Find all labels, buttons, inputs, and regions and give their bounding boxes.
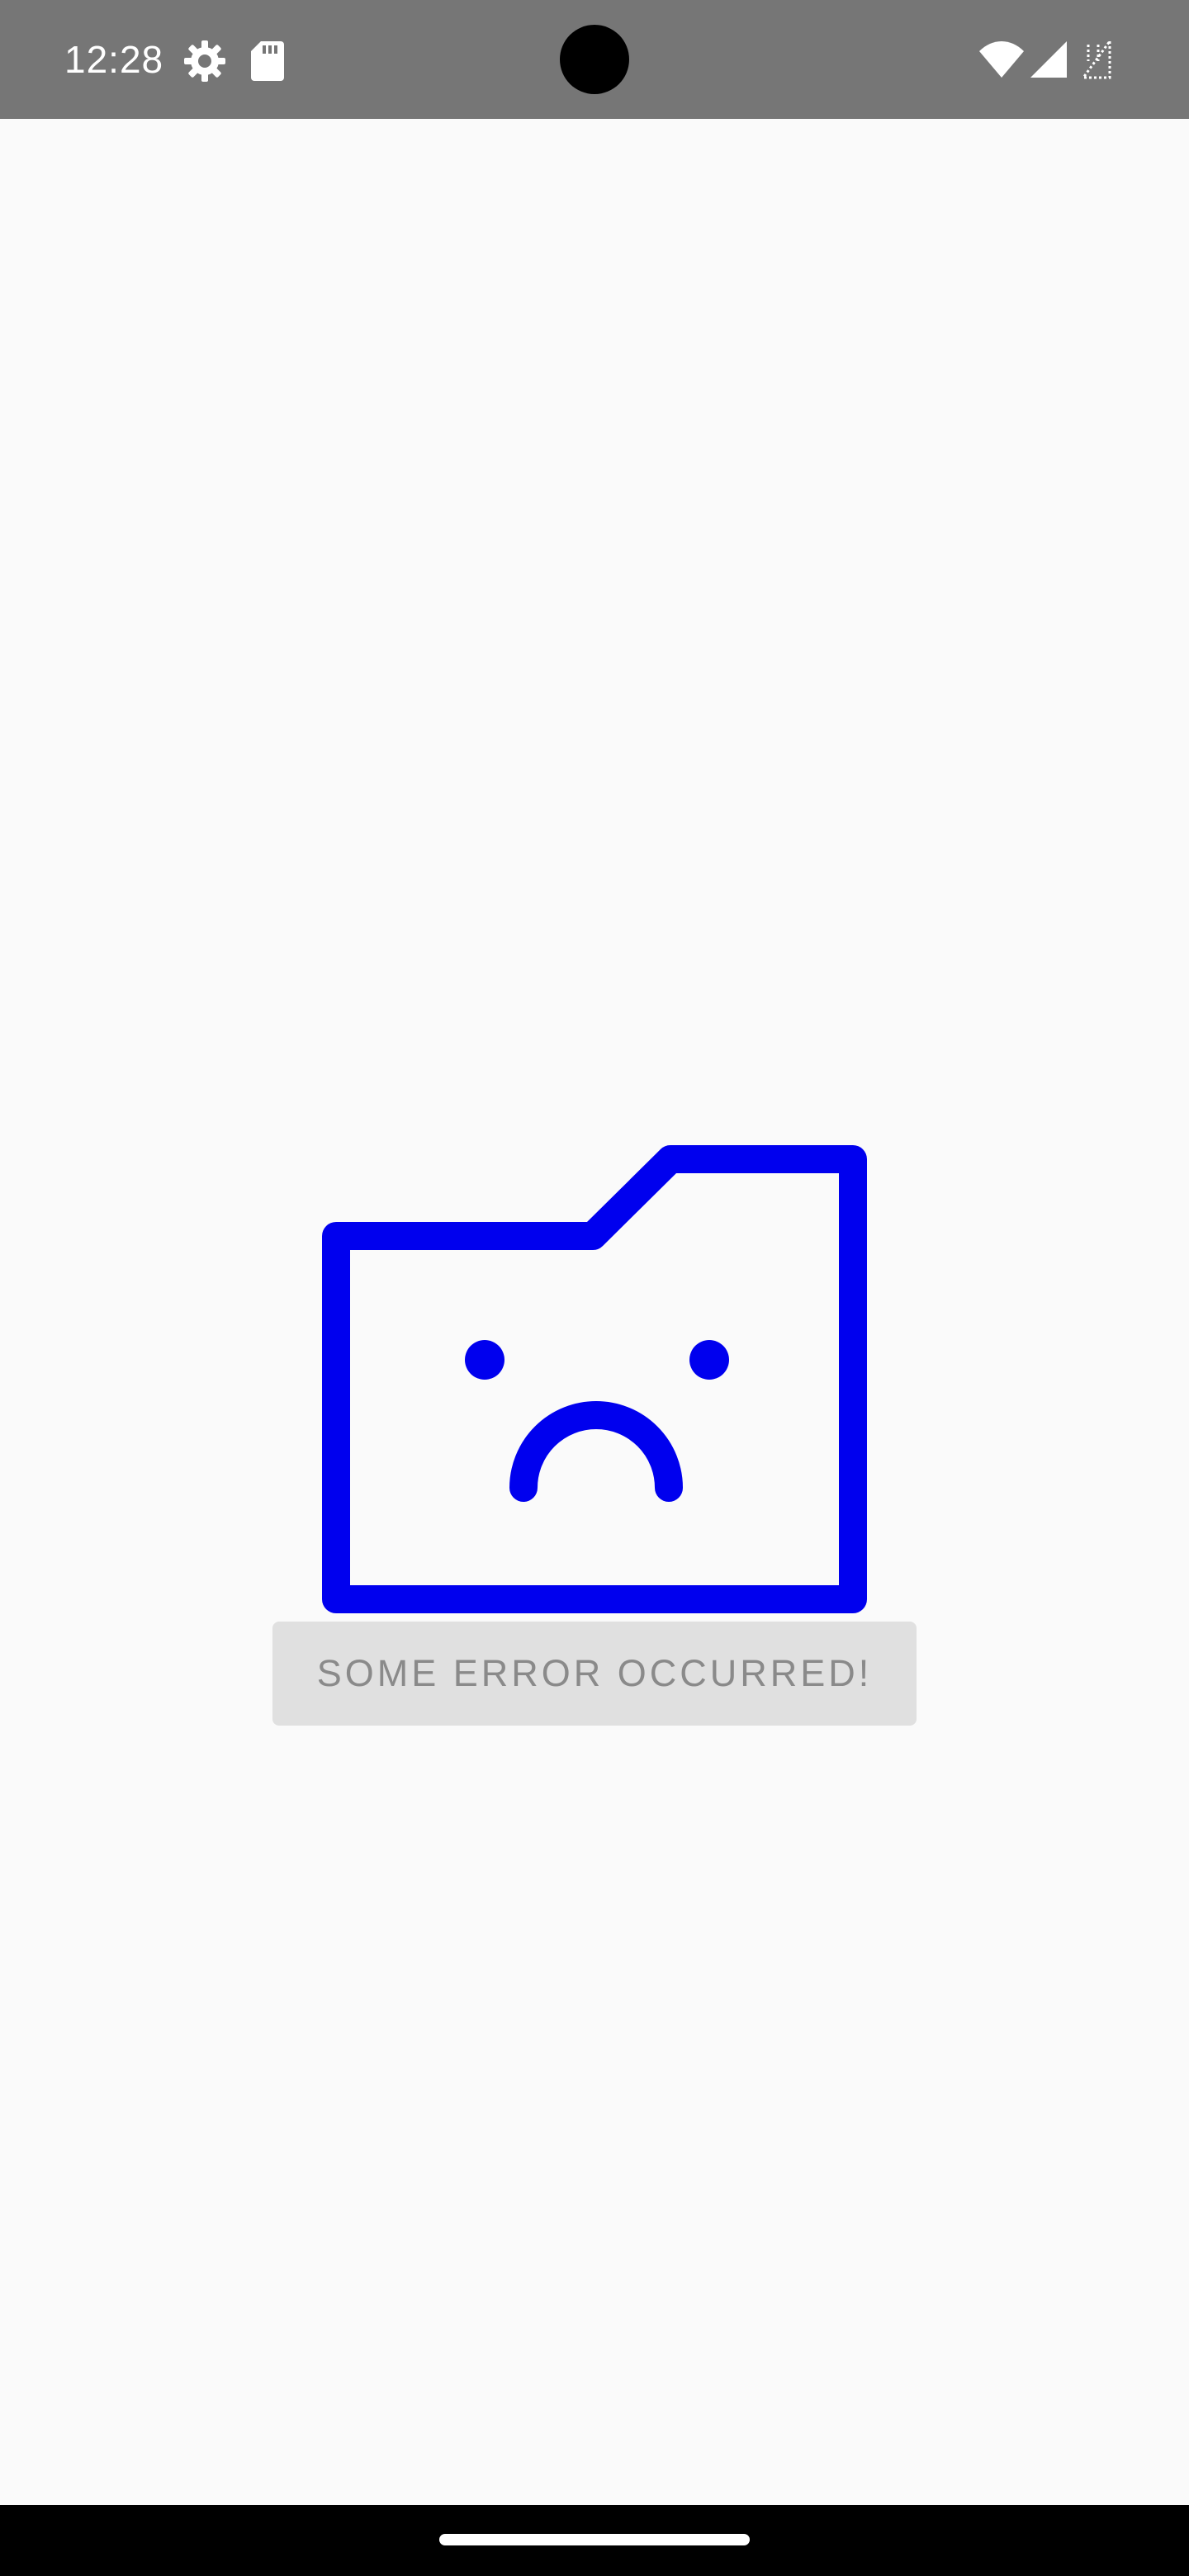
sad-folder-icon [322, 1145, 867, 1613]
main-content: SOME ERROR OCCURRED! [0, 119, 1189, 2505]
app-screen: 12:28 SOME ERROR OCCURRED! [0, 0, 1189, 2576]
error-message-button[interactable]: SOME ERROR OCCURRED! [272, 1622, 917, 1726]
navigation-bar [0, 2505, 1189, 2576]
status-time: 12:28 [64, 38, 164, 81]
no-signal-icon [1082, 40, 1111, 79]
wifi-icon [979, 41, 1024, 78]
status-bar: 12:28 [0, 0, 1189, 119]
settings-gear-icon [184, 40, 225, 82]
home-gesture-handle[interactable] [439, 2534, 750, 2545]
front-camera [560, 25, 629, 94]
cellular-signal-icon [1030, 41, 1067, 78]
sd-card-icon [251, 41, 284, 81]
